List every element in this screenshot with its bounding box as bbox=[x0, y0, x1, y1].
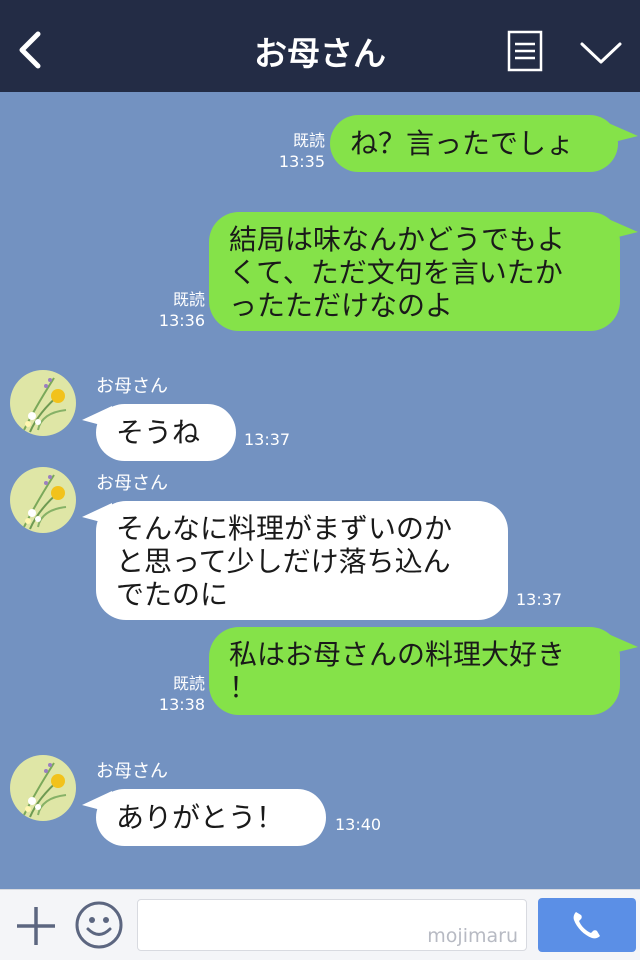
outgoing-message[interactable]: 私はお母さんの料理大好き ！ bbox=[209, 627, 620, 715]
message-meta: 既読 13:35 bbox=[270, 130, 325, 172]
message-meta: 既読 13:38 bbox=[150, 673, 205, 715]
read-receipt: 既読 bbox=[172, 290, 205, 309]
chat-title: お母さん bbox=[254, 34, 386, 73]
chat-screen: お母さん 既読 13:35 ね？言ったでしょ 既読 13:36 結局は味なんかど… bbox=[0, 0, 640, 960]
phone-icon bbox=[573, 912, 600, 939]
avatar[interactable] bbox=[10, 467, 76, 533]
input-bar: mojimaru bbox=[0, 889, 640, 960]
read-receipt: 既読 bbox=[292, 131, 325, 150]
watermark-text: mojimaru bbox=[427, 925, 518, 947]
message-time: 13:37 bbox=[244, 430, 291, 449]
chevron-down-icon bbox=[580, 42, 622, 64]
sender-name: お母さん bbox=[96, 761, 168, 782]
note-menu-icon bbox=[507, 30, 543, 72]
message-time: 13:37 bbox=[516, 590, 563, 609]
sender-name: お母さん bbox=[96, 473, 168, 494]
read-receipt: 既読 bbox=[172, 674, 205, 693]
message-input[interactable]: mojimaru bbox=[137, 899, 527, 951]
header-bar: お母さん bbox=[0, 0, 640, 92]
flower-avatar-icon bbox=[10, 370, 76, 436]
call-button[interactable] bbox=[538, 898, 636, 952]
message-meta: 既読 13:36 bbox=[150, 289, 205, 331]
emoji-button[interactable] bbox=[74, 900, 124, 950]
flower-avatar-icon bbox=[10, 755, 76, 821]
smiley-icon bbox=[75, 901, 123, 949]
plus-icon bbox=[17, 907, 55, 945]
message-time: 13:35 bbox=[278, 152, 325, 171]
incoming-message[interactable]: そうね bbox=[96, 404, 236, 461]
avatar[interactable] bbox=[10, 370, 76, 436]
outgoing-message[interactable]: 結局は味なんかどうでもよ くて、ただ文句を言いたか ったただけなのよ bbox=[209, 212, 620, 331]
outgoing-message[interactable]: ね？言ったでしょ bbox=[330, 115, 618, 172]
collapse-button[interactable] bbox=[579, 38, 623, 68]
incoming-message[interactable]: ありがとう！ bbox=[96, 789, 326, 846]
menu-button[interactable] bbox=[507, 30, 543, 72]
avatar[interactable] bbox=[10, 755, 76, 821]
message-time: 13:36 bbox=[158, 311, 205, 330]
incoming-message[interactable]: そんなに料理がまずいのか と思って少しだけ落ち込ん でたのに bbox=[96, 501, 508, 620]
message-time: 13:38 bbox=[158, 695, 205, 714]
message-time: 13:40 bbox=[335, 815, 382, 834]
sender-name: お母さん bbox=[96, 376, 168, 397]
add-button[interactable] bbox=[14, 904, 58, 948]
flower-avatar-icon bbox=[10, 467, 76, 533]
